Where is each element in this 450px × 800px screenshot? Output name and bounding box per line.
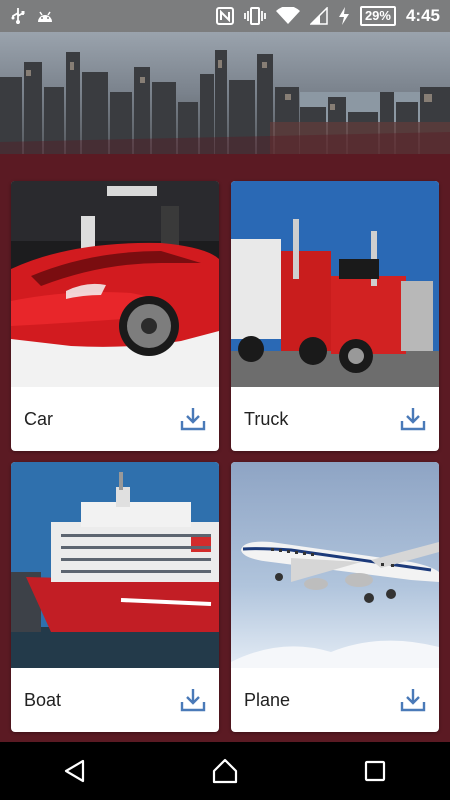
android-debug-icon (36, 8, 54, 24)
card-car-footer: Car (11, 387, 219, 451)
battery-level: 29% (359, 6, 396, 26)
vehicle-grid: Car Truck Boat Plane (0, 154, 450, 742)
card-car[interactable]: Car (11, 181, 219, 451)
recents-icon[interactable] (345, 742, 405, 800)
navigation-bar (0, 742, 450, 800)
status-bar: 29% 4:45 (0, 0, 450, 32)
download-icon[interactable] (179, 686, 207, 714)
nfc-icon (215, 7, 234, 25)
card-truck[interactable]: Truck (231, 181, 439, 451)
home-icon[interactable] (195, 742, 255, 800)
card-plane[interactable]: Plane (231, 462, 439, 732)
clock: 4:45 (405, 6, 440, 25)
truck-photo (231, 181, 439, 387)
card-boat[interactable]: Boat (11, 462, 219, 732)
vibrate-icon (244, 7, 266, 25)
header-skyline-image (0, 32, 450, 154)
card-boat-footer: Boat (11, 668, 219, 732)
usb-icon (10, 7, 26, 25)
back-icon[interactable] (45, 742, 105, 800)
download-icon[interactable] (399, 686, 427, 714)
plane-photo (231, 462, 439, 668)
charging-icon (338, 7, 350, 25)
card-label: Car (24, 408, 54, 429)
boat-photo (11, 462, 219, 668)
card-truck-footer: Truck (231, 387, 439, 451)
wifi-icon (275, 7, 300, 25)
download-icon[interactable] (399, 405, 427, 433)
download-icon[interactable] (179, 405, 207, 433)
card-label: Plane (244, 689, 291, 710)
card-label: Boat (24, 689, 62, 710)
card-plane-footer: Plane (231, 668, 439, 732)
car-photo (11, 181, 219, 387)
signal-icon (309, 7, 328, 25)
card-label: Truck (244, 408, 289, 429)
